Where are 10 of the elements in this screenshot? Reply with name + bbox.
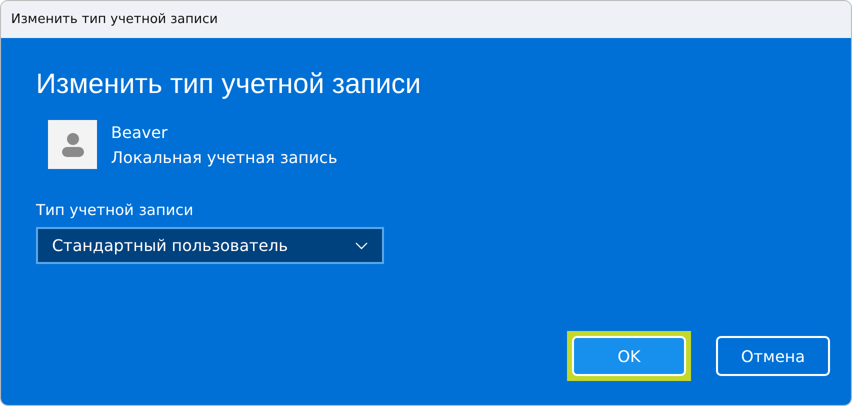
- account-name: Beaver: [111, 122, 169, 142]
- window-title: Изменить тип учетной записи: [1, 1, 851, 38]
- account-type-dropdown[interactable]: Стандартный пользователь: [36, 227, 384, 264]
- field-label: Тип учетной записи: [36, 201, 194, 219]
- dialog-heading: Изменить тип учетной записи: [36, 68, 422, 100]
- cancel-button[interactable]: Отмена: [716, 336, 830, 376]
- account-type: Локальная учетная запись: [111, 148, 338, 166]
- chevron-down-icon: [355, 242, 368, 250]
- ok-button[interactable]: OK: [572, 336, 686, 376]
- user-avatar-icon: [48, 120, 97, 169]
